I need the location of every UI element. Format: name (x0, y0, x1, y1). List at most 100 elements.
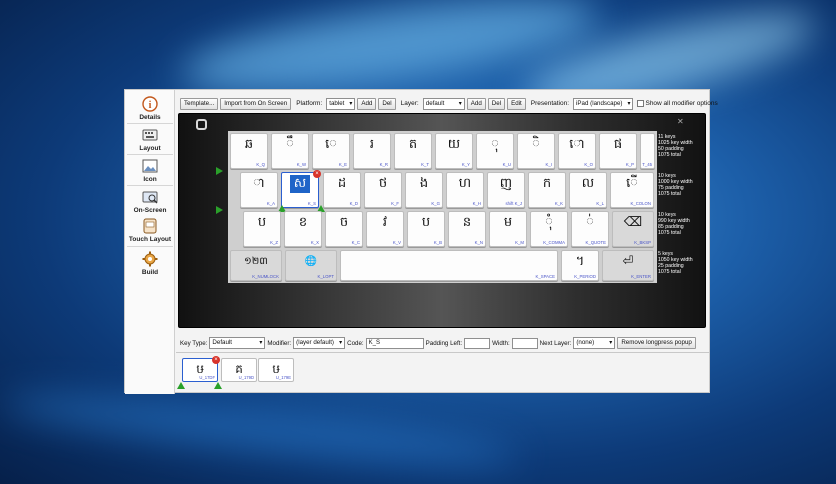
import-from-on-screen-button[interactable]: Import from On Screen (220, 97, 292, 110)
sidebar-item-build[interactable]: Build (125, 251, 175, 276)
sidebar-item-details[interactable]: i Details (125, 96, 175, 121)
layer-label: Layer: (400, 100, 419, 107)
key-r[interactable]: រ K_R (353, 133, 391, 169)
key-c[interactable]: ច K_C (325, 211, 363, 247)
show-modifiers-label: Show all modifier options (645, 100, 718, 107)
sidebar-item-label: Build (141, 269, 159, 276)
key-comma[interactable]: ុំ K_COMMA (530, 211, 568, 247)
keyboard-layout: ឆ K_Q ឹ K_W េ K_E រ K_R ត K_T យ K_Y ុ K_U ិ K_I … (228, 131, 657, 283)
key-e[interactable]: េ K_E (312, 133, 350, 169)
svg-text:i: i (149, 100, 152, 111)
remove-longpress-button[interactable]: Remove longpress popup (617, 337, 696, 349)
add-platform-button[interactable]: Add (357, 97, 377, 110)
key-y[interactable]: យ K_Y (435, 133, 473, 169)
row-marker-icon (216, 206, 223, 214)
key-z[interactable]: ប K_Z (243, 211, 281, 247)
padding-left-label: Padding Left: (425, 339, 463, 347)
delete-key-icon[interactable]: × (313, 170, 321, 178)
width-input[interactable] (511, 337, 538, 349)
key-x[interactable]: ខ K_X (284, 211, 322, 247)
longpress-key[interactable]: ឞ U_179E (258, 358, 294, 382)
sidebar-item-touch-layout[interactable]: Touch Layout (125, 218, 175, 243)
sidebar-item-label: On-Screen (133, 207, 167, 214)
key-v[interactable]: វ K_V (366, 211, 404, 247)
space-key[interactable]: K_SPACE (340, 250, 558, 281)
image-icon (142, 159, 158, 173)
delete-layer-button[interactable]: Del (487, 97, 506, 110)
home-button-icon (196, 119, 207, 130)
code-label: Code: (347, 339, 364, 347)
enter-key[interactable]: ⏎ K_ENTER (602, 250, 654, 281)
longpress-key[interactable]: ឞ U_17DF × (182, 356, 220, 382)
backspace-key[interactable]: ⌫ K_BKSP (612, 211, 654, 247)
modifier-label: Modifier: (267, 339, 292, 347)
sidebar-item-label: Details (139, 114, 161, 121)
add-layer-button[interactable]: Add (466, 97, 486, 110)
key-u[interactable]: ុ K_U (476, 133, 514, 169)
sidebar-item-label: Icon (143, 176, 157, 183)
modifier-select[interactable]: (layer default) (293, 337, 346, 349)
longpress-marker-icon (177, 382, 185, 389)
key-t45[interactable]: T_45 (640, 133, 655, 169)
backspace-icon: ⌫ (623, 215, 643, 230)
key-colon[interactable]: ើ K_COLON (610, 172, 654, 208)
key-properties-bar: Key Type: Default Modifier: (layer defau… (180, 337, 698, 349)
key-a[interactable]: ា K_A (240, 172, 278, 208)
key-f[interactable]: ថ K_F (364, 172, 402, 208)
presentation-select[interactable]: iPad (landscape) (573, 97, 634, 110)
info-icon: i (142, 96, 158, 112)
key-q[interactable]: ឆ K_Q (230, 133, 268, 169)
key-p[interactable]: ផ K_P (599, 133, 637, 169)
key-w[interactable]: ឹ K_W (271, 133, 309, 169)
key-period[interactable]: ។ K_PERIOD (561, 250, 599, 281)
row-marker-icon (216, 167, 223, 175)
key-k[interactable]: ក K_K (528, 172, 566, 208)
platform-select[interactable]: tablet (326, 97, 356, 110)
key-type-select[interactable]: Default (209, 337, 266, 349)
next-layer-select[interactable]: (none) (573, 337, 616, 349)
layer-select[interactable]: default (422, 97, 465, 110)
next-layer-label: Next Layer: (539, 339, 572, 347)
key-h[interactable]: ហ K_H (446, 172, 484, 208)
key-b[interactable]: ប K_B (407, 211, 445, 247)
row-4-info: 5 keys 1050 key width 25 padding 1075 total (658, 251, 693, 275)
delete-platform-button[interactable]: Del (378, 97, 396, 110)
template-button[interactable]: Template... (180, 97, 219, 110)
width-label: Width: (492, 339, 510, 347)
longpress-key[interactable]: គ U_179D (221, 358, 257, 382)
key-t[interactable]: ត K_T (394, 133, 432, 169)
sidebar-item-icon[interactable]: Icon (125, 158, 175, 183)
key-m[interactable]: ម K_M (489, 211, 527, 247)
row-1-info: 11 keys 1025 key width 50 padding 1075 tota… (658, 134, 693, 158)
key-j[interactable]: ញ shift K_J (487, 172, 525, 208)
sidebar-item-layout[interactable]: Layout (125, 127, 175, 152)
row-3-info: 10 keys 990 key width 85 padding 1075 total (658, 212, 690, 236)
key-o[interactable]: ោ K_O (558, 133, 596, 169)
edit-layer-button[interactable]: Edit (507, 97, 526, 110)
gear-icon (142, 251, 158, 267)
longpress-marker-icon (214, 382, 222, 389)
touch-layout-editor-window: i Details Layout Icon On-Screen Touch La… (124, 89, 718, 394)
numlock-key[interactable]: ១២៣ K_NUMLOCK (230, 250, 282, 281)
enter-icon: ⏎ (622, 254, 634, 269)
delete-key-icon[interactable]: × (212, 356, 220, 364)
sidebar-item-on-screen[interactable]: On-Screen (125, 189, 175, 214)
key-s-selected[interactable]: ស K_S × (281, 170, 321, 208)
key-g[interactable]: ង K_G (405, 172, 443, 208)
row-2-info: 10 keys 1000 key width 75 padding 1075 tota… (658, 173, 693, 197)
code-input[interactable]: K_S (365, 337, 424, 349)
close-icon[interactable]: ✕ (677, 117, 684, 126)
device-preview: ✕ ឆ K_Q ឹ K_W េ K_E រ K_R ត K_T យ K_Y ុ K_U ិ K_… (178, 113, 706, 328)
padding-left-input[interactable] (464, 337, 491, 349)
language-switch-key[interactable]: 🌐 K_LOPT (285, 250, 337, 281)
on-screen-keyboard-icon (142, 191, 158, 204)
globe-icon: 🌐 (304, 256, 318, 267)
show-modifiers-checkbox[interactable] (637, 100, 645, 107)
key-n[interactable]: ន K_N (448, 211, 486, 247)
key-i[interactable]: ិ K_I (517, 133, 555, 169)
key-quote[interactable]: ់ K_QUOTE (571, 211, 609, 247)
key-d[interactable]: ដ K_D (323, 172, 361, 208)
key-l[interactable]: ល K_L (569, 172, 607, 208)
sidebar-item-label: Layout (139, 145, 161, 152)
sidebar: i Details Layout Icon On-Screen Touch La… (125, 90, 175, 394)
